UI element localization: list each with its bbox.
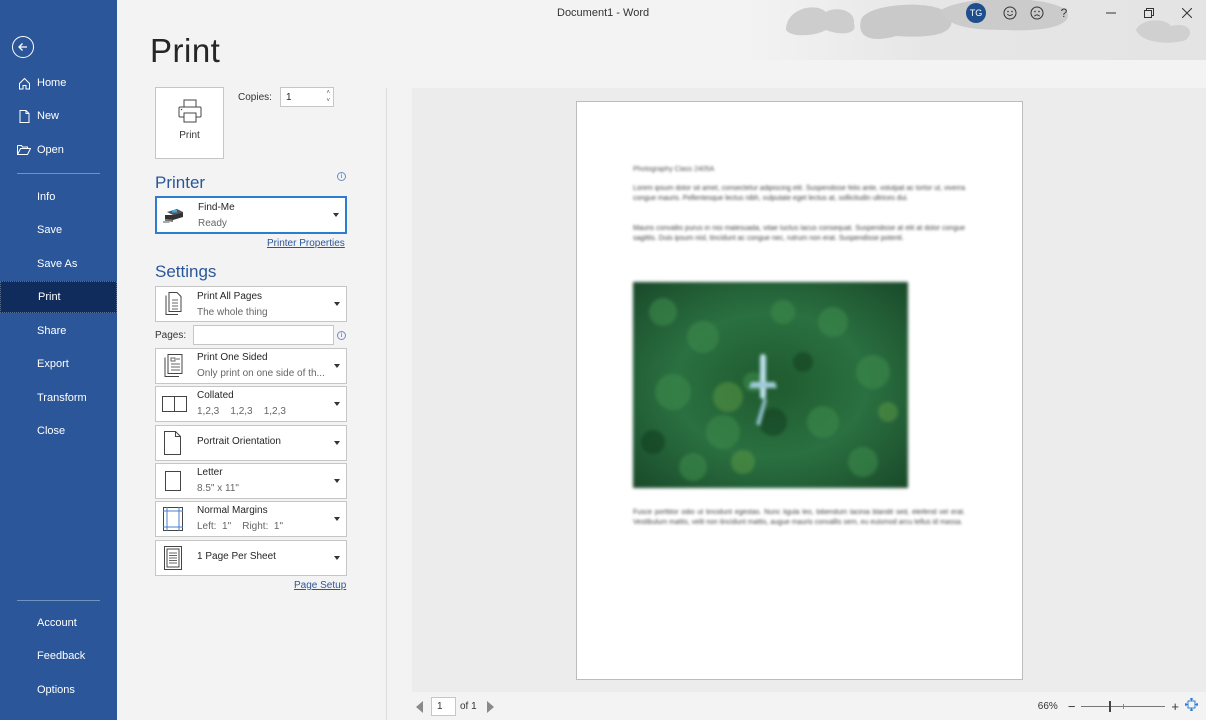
doc-title: Photography Class 2405A: [633, 166, 715, 173]
restore-icon: [1144, 8, 1154, 18]
doc-paragraph: Lorem ipsum dolor sit amet, consectetur …: [633, 185, 965, 202]
margins-icon: [162, 506, 184, 532]
page-setup-link[interactable]: Page Setup: [294, 580, 346, 591]
info-icon[interactable]: i: [337, 331, 346, 340]
zoom-slider-thumb[interactable]: [1109, 700, 1112, 712]
smiley-icon[interactable]: [1000, 3, 1020, 23]
print-range-dropdown[interactable]: Print All Pages The whole thing: [155, 286, 347, 322]
caret-down-icon: [334, 402, 340, 406]
new-doc-icon: [16, 109, 32, 123]
panel-divider: [386, 88, 387, 720]
frown-icon[interactable]: [1027, 3, 1047, 23]
sidebar-item-save-as[interactable]: Save As: [0, 248, 117, 280]
pages-per-sheet-dropdown[interactable]: 1 Page Per Sheet: [155, 540, 347, 576]
zoom-level[interactable]: 66%: [1038, 701, 1058, 712]
minimize-icon: [1106, 12, 1116, 14]
close-icon: [1182, 8, 1192, 18]
help-icon[interactable]: ?: [1054, 3, 1074, 23]
printer-device-icon: [163, 202, 185, 228]
zoom-center-tick: [1123, 703, 1125, 709]
sidebar-item-feedback[interactable]: Feedback: [0, 640, 117, 672]
sidebar-item-info[interactable]: Info: [0, 181, 117, 213]
restore-button[interactable]: [1130, 0, 1168, 26]
page-navigator: 1 of 1: [416, 697, 494, 716]
sidebar-item-account[interactable]: Account: [0, 607, 117, 639]
document-pages-icon: [162, 291, 184, 317]
sidebar-divider: [17, 600, 100, 601]
copies-input[interactable]: 1 ˄ ˅: [280, 87, 334, 107]
settings-heading: Settings: [155, 262, 217, 281]
printer-properties-link[interactable]: Printer Properties: [267, 238, 345, 249]
home-icon: [16, 77, 32, 90]
sidebar-divider: [17, 173, 100, 174]
backstage-sidebar: Home New Open Info Save Save As Print Sh…: [0, 0, 117, 720]
page-count: of 1: [460, 701, 477, 712]
next-page-button[interactable]: [486, 700, 494, 713]
close-button[interactable]: [1168, 0, 1206, 26]
sidebar-item-export[interactable]: Export: [0, 348, 117, 380]
portrait-icon: [162, 430, 184, 456]
caret-down-icon: [334, 517, 340, 521]
paper-size-dropdown[interactable]: Letter 8.5" x 11": [155, 463, 347, 499]
print-button[interactable]: Print: [155, 87, 224, 159]
arrow-left-icon: [18, 43, 27, 51]
caret-down-icon: [334, 302, 340, 306]
sidebar-item-options[interactable]: Options: [0, 674, 117, 706]
doc-paragraph: Mauris convallis purus in nisi malesuada…: [633, 225, 965, 242]
window-title: Document1 - Word: [557, 7, 650, 19]
zoom-in-button[interactable]: +: [1171, 699, 1179, 714]
printer-dropdown[interactable]: Find-Me Ready: [155, 196, 347, 234]
pages-input[interactable]: [193, 325, 334, 345]
printer-name: Find-Me: [198, 202, 235, 213]
paper-size-icon: [162, 468, 184, 494]
copies-value: 1: [286, 91, 292, 103]
minimize-button[interactable]: [1092, 0, 1130, 26]
zoom-control: 66% − +: [1038, 697, 1199, 714]
zoom-to-page-button[interactable]: [1184, 697, 1199, 714]
orientation-dropdown[interactable]: Portrait Orientation: [155, 425, 347, 461]
info-icon[interactable]: i: [337, 172, 346, 181]
sidebar-item-print[interactable]: Print: [0, 281, 117, 313]
previous-page-button[interactable]: [416, 700, 423, 713]
collated-icon: [162, 391, 188, 417]
chevron-up-icon[interactable]: ˄: [326, 89, 330, 97]
chevron-down-icon[interactable]: ˅: [326, 97, 330, 105]
title-bar: Document1 - Word TG ?: [117, 0, 1206, 60]
current-page-input[interactable]: 1: [431, 697, 456, 716]
sidebar-item-home[interactable]: Home: [0, 67, 117, 99]
sidebar-item-new[interactable]: New: [0, 100, 117, 132]
sidebar-item-close[interactable]: Close: [0, 415, 117, 447]
caret-down-icon: [334, 441, 340, 445]
margins-dropdown[interactable]: Normal Margins Left: 1" Right: 1": [155, 501, 347, 537]
copies-spinner[interactable]: ˄ ˅: [326, 89, 330, 105]
printer-status: Ready: [198, 218, 227, 229]
back-button[interactable]: [12, 36, 34, 58]
caret-down-icon: [333, 213, 339, 217]
sides-dropdown[interactable]: Print One Sided Only print on one side o…: [155, 348, 347, 384]
page-title: Print: [150, 32, 221, 69]
pages-label: Pages:: [155, 330, 187, 341]
caret-down-icon: [334, 479, 340, 483]
zoom-slider[interactable]: [1081, 700, 1166, 712]
collation-dropdown[interactable]: Collated 1,2,3 1,2,3 1,2,3: [155, 386, 347, 422]
pages-per-sheet-icon: [162, 545, 184, 571]
printer-icon: [178, 99, 201, 123]
one-sided-icon: [162, 353, 184, 379]
copies-label: Copies:: [238, 92, 272, 103]
caret-down-icon: [334, 556, 340, 560]
aerial-forest-airplane-image: [633, 282, 908, 488]
caret-down-icon: [334, 364, 340, 368]
fit-page-icon: [1184, 697, 1199, 712]
sidebar-item-save[interactable]: Save: [0, 214, 117, 246]
sidebar-item-open[interactable]: Open: [0, 134, 117, 166]
sidebar-item-transform[interactable]: Transform: [0, 382, 117, 414]
preview-page: Photography Class 2405A Lorem ipsum dolo…: [576, 101, 1023, 680]
printer-heading: Printer: [155, 173, 206, 192]
zoom-out-button[interactable]: −: [1068, 699, 1076, 714]
folder-open-icon: [16, 144, 32, 156]
user-avatar[interactable]: TG: [966, 3, 986, 23]
sidebar-item-share[interactable]: Share: [0, 315, 117, 347]
doc-paragraph: Fusce porttitor odio ut tincidunt egesta…: [633, 509, 965, 526]
